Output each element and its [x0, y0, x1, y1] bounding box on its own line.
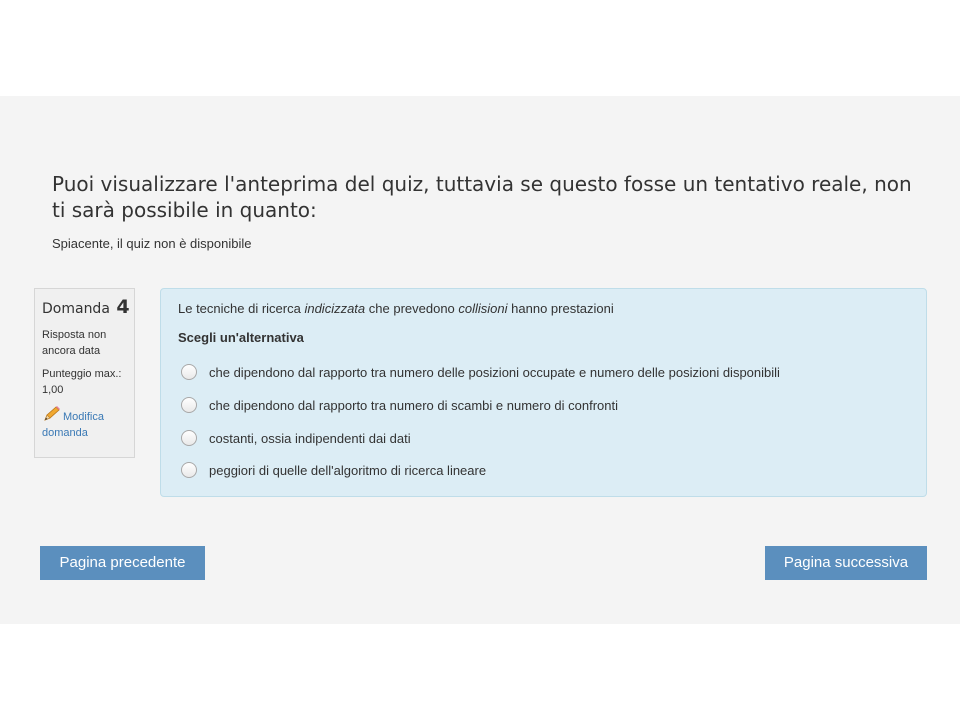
radio-button[interactable]: [181, 364, 197, 380]
answer-label: peggiori di quelle dell'algoritmo di ric…: [209, 462, 487, 478]
question-label: Domanda: [42, 301, 110, 317]
radio-button[interactable]: [181, 397, 197, 413]
radio-button[interactable]: [181, 430, 197, 446]
pencil-icon: [42, 406, 61, 422]
question-number: Domanda 4: [42, 296, 130, 319]
answer-label: che dipendono dal rapporto tra numero de…: [209, 364, 780, 380]
question-content: Le tecniche di ricerca indicizzata che p…: [160, 288, 927, 497]
question-number-value: 4: [116, 296, 130, 318]
radio-button[interactable]: [181, 462, 197, 478]
edit-question-link[interactable]: Modifica domanda: [42, 406, 127, 441]
answer-label: che dipendono dal rapporto tra numero di…: [209, 397, 619, 413]
previous-page-button[interactable]: Pagina precedente: [40, 546, 205, 580]
answer-option-2[interactable]: che dipendono dal rapporto tra numero di…: [181, 395, 618, 415]
answer-option-4[interactable]: peggiori di quelle dell'algoritmo di ric…: [181, 460, 486, 480]
question-text-part: hanno prestazioni: [507, 301, 614, 316]
question-text-emphasis: indicizzata: [304, 301, 366, 316]
preview-notice-heading: Puoi visualizzare l'anteprima del quiz, …: [52, 172, 912, 222]
question-state: Risposta non ancora data: [42, 329, 107, 357]
answer-prompt: Scegli un'alternativa: [178, 330, 304, 345]
answer-option-1[interactable]: che dipendono dal rapporto tra numero de…: [181, 362, 780, 382]
answer-option-3[interactable]: costanti, ossia indipendenti dai dati: [181, 428, 411, 448]
question-text: Le tecniche di ricerca indicizzata che p…: [178, 301, 614, 317]
question-info-panel: Domanda 4 Risposta non ancora data Punte…: [34, 288, 135, 458]
question-max-grade: Punteggio max.: 1,00: [42, 368, 122, 396]
answer-label: costanti, ossia indipendenti dai dati: [209, 430, 411, 446]
question-text-part: che prevedono: [365, 301, 459, 316]
next-page-button[interactable]: Pagina successiva: [765, 546, 927, 580]
question-text-part: Le tecniche di ricerca: [178, 301, 305, 316]
question-text-emphasis: collisioni: [458, 301, 508, 316]
quiz-unavailable-message: Spiacente, il quiz non è disponibile: [52, 236, 252, 251]
